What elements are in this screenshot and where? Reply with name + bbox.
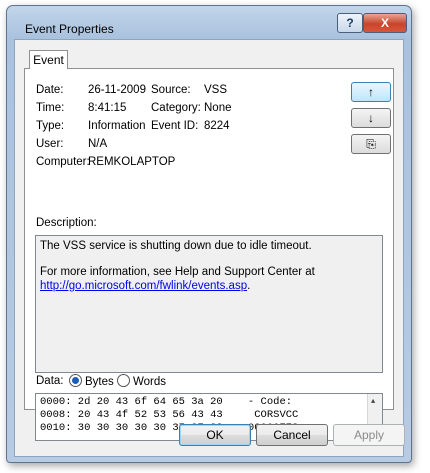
copy-button[interactable]: ⎘ xyxy=(351,134,391,154)
date-value: 26-11-2009 xyxy=(88,84,146,96)
type-value: Information xyxy=(88,120,146,132)
data-row: 0000: 2d 20 43 6f 64 65 3a 20 - Code: xyxy=(40,396,293,408)
event-tab-panel: Date: 26-11-2009 Time: 8:41:15 Type: Inf… xyxy=(24,68,394,441)
event-id-value: 8224 xyxy=(204,120,230,132)
description-text: The VSS service is shutting down due to … xyxy=(40,240,312,252)
scroll-up-icon[interactable]: ▲ xyxy=(371,396,375,409)
bytes-radio-indicator[interactable] xyxy=(69,374,82,387)
copy-icon: ⎘ xyxy=(366,137,376,151)
dialog-client-area: Event Date: 26-11-2009 Time: 8:41:15 Typ… xyxy=(14,39,405,457)
event-id-label: Event ID: xyxy=(151,120,199,132)
close-button[interactable]: X xyxy=(363,13,407,33)
words-radio-indicator[interactable] xyxy=(117,374,130,387)
arrow-down-icon: ↓ xyxy=(368,111,374,125)
user-value: N/A xyxy=(88,138,108,150)
category-value: None xyxy=(204,102,232,114)
time-value: 8:41:15 xyxy=(88,102,127,114)
time-label: Time: xyxy=(36,102,65,114)
help-link[interactable]: http://go.microsoft.com/fwlink/events.as… xyxy=(40,280,247,292)
link-suffix: . xyxy=(247,280,251,292)
data-row: 0008: 20 43 4f 52 53 56 43 43 CORSVCC xyxy=(40,409,299,421)
source-label: Source: xyxy=(151,84,191,96)
tab-event[interactable]: Event xyxy=(29,50,68,69)
help-button[interactable]: ? xyxy=(337,13,363,33)
category-label: Category: xyxy=(151,102,201,114)
bytes-radio-label: Bytes xyxy=(85,376,114,388)
ok-button[interactable]: OK xyxy=(179,424,251,446)
cancel-button[interactable]: Cancel xyxy=(256,424,328,446)
bytes-radio[interactable]: Bytes xyxy=(69,374,114,388)
description-help-text: For more information, see Help and Suppo… xyxy=(40,266,315,278)
event-properties-window: Event Properties ? X Event Date: 26-11-2… xyxy=(6,5,412,463)
user-label: User: xyxy=(36,138,64,150)
computer-label: Computer: xyxy=(36,156,90,168)
description-textbox[interactable]: The VSS service is shutting down due to … xyxy=(35,235,383,373)
next-event-button[interactable]: ↓ xyxy=(351,108,391,128)
type-label: Type: xyxy=(36,120,65,132)
computer-value: REMKOLAPTOP xyxy=(88,156,176,168)
data-label: Data: xyxy=(36,375,64,387)
description-label: Description: xyxy=(36,217,97,229)
apply-button[interactable]: Apply xyxy=(333,424,405,446)
words-radio[interactable]: Words xyxy=(117,374,166,388)
window-title: Event Properties xyxy=(25,22,114,36)
words-radio-label: Words xyxy=(133,376,167,388)
arrow-up-icon: ↑ xyxy=(368,85,374,99)
source-value: VSS xyxy=(204,84,228,96)
previous-event-button[interactable]: ↑ xyxy=(351,82,391,102)
date-label: Date: xyxy=(36,84,64,96)
